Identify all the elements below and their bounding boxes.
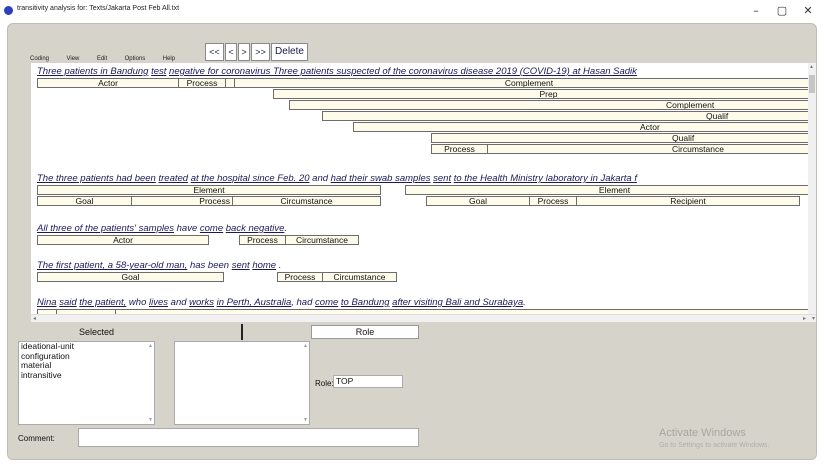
menu-view[interactable]: View [66, 56, 79, 62]
selected-divider [241, 324, 243, 340]
analysis-area: Three patients in Bandung test negative … [31, 63, 816, 314]
role-field-label: Role: [315, 379, 334, 388]
list-item[interactable]: intransitive [19, 370, 154, 381]
horizontal-scrollbar[interactable]: ◂ ▸ ▾ [31, 314, 816, 322]
role-box[interactable]: Recipient [576, 196, 800, 206]
role-box[interactable]: Prep [273, 89, 816, 99]
vertical-scrollbar[interactable]: ▲ [808, 63, 816, 314]
maximize-button[interactable]: ▢ [772, 2, 792, 20]
scroll-left-icon[interactable]: ◂ [33, 315, 36, 322]
first-button[interactable]: << [205, 43, 224, 61]
role-box[interactable]: Circumstance [322, 272, 397, 282]
role-box[interactable]: Circumstance [285, 235, 359, 245]
menu-options[interactable]: Options [125, 56, 146, 62]
role-options-listbox[interactable]: ▲ ▼ [174, 341, 310, 425]
chevron-up-icon[interactable]: ▲ [148, 343, 153, 349]
next-button[interactable]: > [238, 43, 250, 61]
sentence-4[interactable]: The first patient, a 58-year-old man, ha… [37, 260, 281, 271]
minimize-button[interactable]: – [746, 2, 766, 20]
role-box[interactable]: Qualif [322, 111, 816, 121]
prev-button[interactable]: < [225, 43, 237, 61]
delete-button[interactable]: Delete [271, 43, 308, 61]
chevron-down-icon[interactable]: ▼ [148, 417, 153, 423]
role-box[interactable]: Complement [234, 78, 816, 88]
sentence-2[interactable]: The three patients had been treated at t… [37, 173, 637, 184]
role-field[interactable]: TOP [333, 375, 403, 388]
role-box[interactable]: Element [37, 185, 381, 195]
selected-label: Selected [79, 327, 115, 337]
activation-watermark-subtitle: Go to Settings to activate Windows. [659, 442, 770, 449]
selected-listbox[interactable]: ideational-unit configuration material i… [18, 341, 155, 425]
scroll-up-icon[interactable]: ▲ [809, 64, 814, 70]
menu-coding[interactable]: Coding [30, 56, 49, 62]
sentence-5[interactable]: Nina said the patient, who lives and wor… [37, 297, 526, 308]
menu-bar: Coding View Edit Options Help [30, 47, 188, 62]
menu-edit[interactable]: Edit [97, 56, 107, 62]
activation-watermark-title: Activate Windows [659, 427, 746, 439]
vertical-scroll-thumb[interactable] [809, 75, 815, 93]
role-box[interactable]: Goal [426, 196, 530, 206]
window-title: transitivity analysis for: Texts/Jakarta… [17, 5, 180, 12]
role-header: Role [311, 325, 419, 339]
role-box[interactable]: Process [431, 144, 488, 154]
title-bar: transitivity analysis for: Texts/Jakarta… [0, 0, 824, 22]
chevron-up-icon[interactable]: ▲ [303, 343, 308, 349]
role-box[interactable]: Circumstance [487, 144, 816, 154]
role-box[interactable]: Goal [37, 272, 224, 282]
role-box[interactable]: Process [178, 78, 226, 88]
comment-field[interactable] [78, 428, 419, 447]
sentence-1[interactable]: Three patients in Bandung test negative … [37, 66, 637, 77]
comment-label: Comment: [18, 434, 55, 443]
close-button[interactable]: ✕ [798, 2, 818, 20]
chevron-down-icon[interactable]: ▼ [303, 417, 308, 423]
app-icon [4, 6, 13, 15]
menu-help[interactable]: Help [163, 56, 175, 62]
role-box[interactable]: Complement [289, 100, 816, 110]
role-box[interactable]: Qualif [431, 133, 816, 143]
last-button[interactable]: >> [251, 43, 270, 61]
role-box[interactable]: Actor [353, 122, 816, 132]
role-box[interactable]: Process [277, 272, 323, 282]
role-box[interactable]: Circumstance [232, 196, 381, 206]
role-box[interactable]: Process [131, 196, 233, 206]
selected-header: Selected [35, 325, 241, 339]
role-box[interactable]: Goal [37, 196, 132, 206]
role-box[interactable]: Actor [37, 235, 209, 245]
role-box[interactable]: Process [529, 196, 577, 206]
scroll-down-icon[interactable]: ▾ [812, 315, 815, 322]
role-box[interactable]: Actor [37, 78, 179, 88]
role-box[interactable]: Process [239, 235, 286, 245]
role-box[interactable]: Element [405, 185, 816, 195]
sentence-3[interactable]: All three of the patients' samples have … [37, 223, 287, 234]
scroll-right-icon[interactable]: ▸ [803, 315, 806, 322]
